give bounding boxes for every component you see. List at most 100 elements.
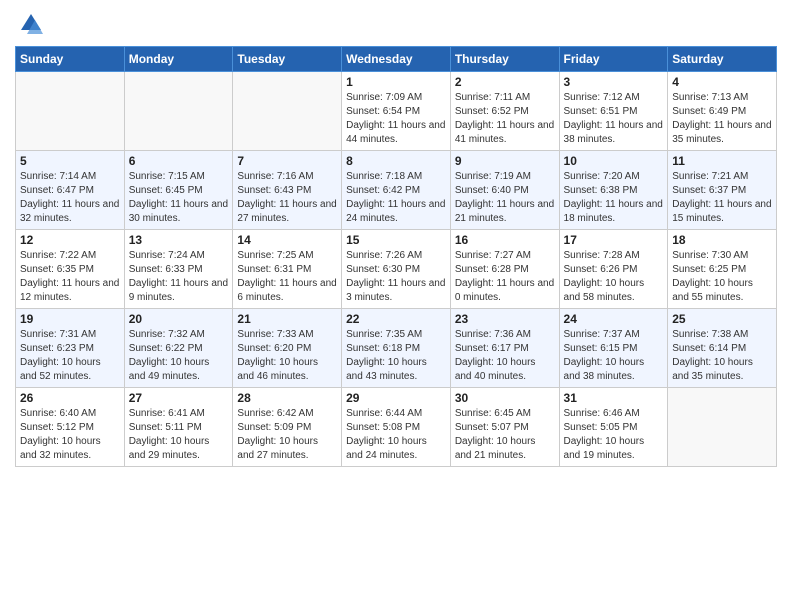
calendar-cell: 22 Sunrise: 7:35 AMSunset: 6:18 PMDayligh… <box>342 309 451 388</box>
day-info: Sunrise: 7:37 AMSunset: 6:15 PMDaylight:… <box>564 328 664 384</box>
day-number: 13 <box>129 233 229 247</box>
day-info: Sunrise: 7:22 AMSunset: 6:35 PMDaylight:… <box>20 249 120 305</box>
calendar-week-4: 19 Sunrise: 7:31 AMSunset: 6:23 PMDayligh… <box>16 309 777 388</box>
calendar-cell <box>233 72 342 151</box>
calendar-cell: 25 Sunrise: 7:38 AMSunset: 6:14 PMDayligh… <box>668 309 777 388</box>
day-info: Sunrise: 7:31 AMSunset: 6:23 PMDaylight:… <box>20 328 120 384</box>
day-info: Sunrise: 7:20 AMSunset: 6:38 PMDaylight:… <box>564 170 664 226</box>
day-number: 10 <box>564 154 664 168</box>
header <box>15 10 777 38</box>
calendar-cell: 31 Sunrise: 6:46 AMSunset: 5:05 PMDayligh… <box>559 388 668 467</box>
day-info: Sunrise: 6:42 AMSunset: 5:09 PMDaylight:… <box>237 407 337 463</box>
day-number: 1 <box>346 75 446 89</box>
calendar-cell: 19 Sunrise: 7:31 AMSunset: 6:23 PMDayligh… <box>16 309 125 388</box>
calendar-week-5: 26Sunrise: 6:40 AMSunset: 5:12 PMDayligh… <box>16 388 777 467</box>
calendar-cell: 13Sunrise: 7:24 AMSunset: 6:33 PMDayligh… <box>124 230 233 309</box>
day-number: 27 <box>129 391 229 405</box>
calendar-header-row: SundayMondayTuesdayWednesdayThursdayFrid… <box>16 47 777 72</box>
calendar-header-tuesday: Tuesday <box>233 47 342 72</box>
day-number: 11 <box>672 154 772 168</box>
day-info: Sunrise: 6:40 AMSunset: 5:12 PMDaylight:… <box>20 407 120 463</box>
day-info: Sunrise: 7:21 AMSunset: 6:37 PMDaylight:… <box>672 170 772 226</box>
calendar-cell: 27 Sunrise: 6:41 AMSunset: 5:11 PMDayligh… <box>124 388 233 467</box>
day-number: 20 <box>129 312 229 326</box>
day-info: Sunrise: 7:28 AMSunset: 6:26 PMDaylight:… <box>564 249 664 305</box>
page: SundayMondayTuesdayWednesdayThursdayFrid… <box>0 0 792 612</box>
calendar-header-monday: Monday <box>124 47 233 72</box>
day-info: Sunrise: 6:41 AMSunset: 5:11 PMDaylight:… <box>129 407 229 463</box>
calendar-week-2: 5 Sunrise: 7:14 AMSunset: 6:47 PMDaylight… <box>16 151 777 230</box>
calendar-cell: 23 Sunrise: 7:36 AMSunset: 6:17 PMDayligh… <box>450 309 559 388</box>
day-number: 23 <box>455 312 555 326</box>
calendar-cell: 1 Sunrise: 7:09 AMSunset: 6:54 PMDaylight… <box>342 72 451 151</box>
calendar-header-friday: Friday <box>559 47 668 72</box>
calendar-cell: 11 Sunrise: 7:21 AMSunset: 6:37 PMDayligh… <box>668 151 777 230</box>
day-number: 6 <box>129 154 229 168</box>
calendar-table: SundayMondayTuesdayWednesdayThursdayFrid… <box>15 46 777 467</box>
calendar-week-3: 12 Sunrise: 7:22 AMSunset: 6:35 PMDayligh… <box>16 230 777 309</box>
calendar-cell: 14Sunrise: 7:25 AMSunset: 6:31 PMDayligh… <box>233 230 342 309</box>
day-number: 9 <box>455 154 555 168</box>
day-info: Sunrise: 7:16 AMSunset: 6:43 PMDaylight:… <box>237 170 337 226</box>
logo <box>15 10 45 38</box>
day-info: Sunrise: 7:30 AMSunset: 6:25 PMDaylight:… <box>672 249 772 305</box>
day-info: Sunrise: 7:11 AMSunset: 6:52 PMDaylight:… <box>455 91 555 147</box>
calendar-header-thursday: Thursday <box>450 47 559 72</box>
calendar-cell: 16Sunrise: 7:27 AMSunset: 6:28 PMDayligh… <box>450 230 559 309</box>
calendar-cell: 30Sunrise: 6:45 AMSunset: 5:07 PMDayligh… <box>450 388 559 467</box>
day-number: 30 <box>455 391 555 405</box>
calendar-cell: 29Sunrise: 6:44 AMSunset: 5:08 PMDayligh… <box>342 388 451 467</box>
day-info: Sunrise: 7:12 AMSunset: 6:51 PMDaylight:… <box>564 91 664 147</box>
day-info: Sunrise: 7:36 AMSunset: 6:17 PMDaylight:… <box>455 328 555 384</box>
day-number: 14 <box>237 233 337 247</box>
day-number: 4 <box>672 75 772 89</box>
calendar-cell: 15Sunrise: 7:26 AMSunset: 6:30 PMDayligh… <box>342 230 451 309</box>
day-info: Sunrise: 7:33 AMSunset: 6:20 PMDaylight:… <box>237 328 337 384</box>
calendar-cell: 2Sunrise: 7:11 AMSunset: 6:52 PMDaylight… <box>450 72 559 151</box>
day-number: 22 <box>346 312 446 326</box>
calendar-cell: 5 Sunrise: 7:14 AMSunset: 6:47 PMDaylight… <box>16 151 125 230</box>
day-number: 15 <box>346 233 446 247</box>
calendar-cell: 3 Sunrise: 7:12 AMSunset: 6:51 PMDaylight… <box>559 72 668 151</box>
calendar-cell: 26Sunrise: 6:40 AMSunset: 5:12 PMDayligh… <box>16 388 125 467</box>
day-info: Sunrise: 6:46 AMSunset: 5:05 PMDaylight:… <box>564 407 664 463</box>
calendar-cell: 8Sunrise: 7:18 AMSunset: 6:42 PMDaylight… <box>342 151 451 230</box>
day-number: 31 <box>564 391 664 405</box>
day-info: Sunrise: 7:38 AMSunset: 6:14 PMDaylight:… <box>672 328 772 384</box>
day-number: 7 <box>237 154 337 168</box>
calendar-cell: 20 Sunrise: 7:32 AMSunset: 6:22 PMDayligh… <box>124 309 233 388</box>
day-info: Sunrise: 7:19 AMSunset: 6:40 PMDaylight:… <box>455 170 555 226</box>
calendar-cell: 17 Sunrise: 7:28 AMSunset: 6:26 PMDayligh… <box>559 230 668 309</box>
day-info: Sunrise: 7:32 AMSunset: 6:22 PMDaylight:… <box>129 328 229 384</box>
day-info: Sunrise: 7:27 AMSunset: 6:28 PMDaylight:… <box>455 249 555 305</box>
day-number: 12 <box>20 233 120 247</box>
calendar-cell: 24 Sunrise: 7:37 AMSunset: 6:15 PMDayligh… <box>559 309 668 388</box>
calendar-cell <box>16 72 125 151</box>
calendar-header-sunday: Sunday <box>16 47 125 72</box>
calendar-cell: 18 Sunrise: 7:30 AMSunset: 6:25 PMDayligh… <box>668 230 777 309</box>
day-number: 19 <box>20 312 120 326</box>
day-info: Sunrise: 7:13 AMSunset: 6:49 PMDaylight:… <box>672 91 772 147</box>
day-number: 17 <box>564 233 664 247</box>
calendar-cell: 6 Sunrise: 7:15 AMSunset: 6:45 PMDaylight… <box>124 151 233 230</box>
calendar-header-saturday: Saturday <box>668 47 777 72</box>
calendar-cell <box>124 72 233 151</box>
day-info: Sunrise: 7:09 AMSunset: 6:54 PMDaylight:… <box>346 91 446 147</box>
day-number: 3 <box>564 75 664 89</box>
day-info: Sunrise: 7:14 AMSunset: 6:47 PMDaylight:… <box>20 170 120 226</box>
day-number: 24 <box>564 312 664 326</box>
calendar-header-wednesday: Wednesday <box>342 47 451 72</box>
day-number: 5 <box>20 154 120 168</box>
day-info: Sunrise: 7:15 AMSunset: 6:45 PMDaylight:… <box>129 170 229 226</box>
calendar-cell: 9 Sunrise: 7:19 AMSunset: 6:40 PMDaylight… <box>450 151 559 230</box>
day-info: Sunrise: 7:35 AMSunset: 6:18 PMDaylight:… <box>346 328 446 384</box>
calendar-cell: 4 Sunrise: 7:13 AMSunset: 6:49 PMDaylight… <box>668 72 777 151</box>
calendar-cell: 28 Sunrise: 6:42 AMSunset: 5:09 PMDayligh… <box>233 388 342 467</box>
calendar-cell: 10 Sunrise: 7:20 AMSunset: 6:38 PMDayligh… <box>559 151 668 230</box>
day-info: Sunrise: 7:18 AMSunset: 6:42 PMDaylight:… <box>346 170 446 226</box>
calendar-cell: 12 Sunrise: 7:22 AMSunset: 6:35 PMDayligh… <box>16 230 125 309</box>
day-number: 18 <box>672 233 772 247</box>
day-number: 28 <box>237 391 337 405</box>
day-number: 25 <box>672 312 772 326</box>
day-number: 21 <box>237 312 337 326</box>
